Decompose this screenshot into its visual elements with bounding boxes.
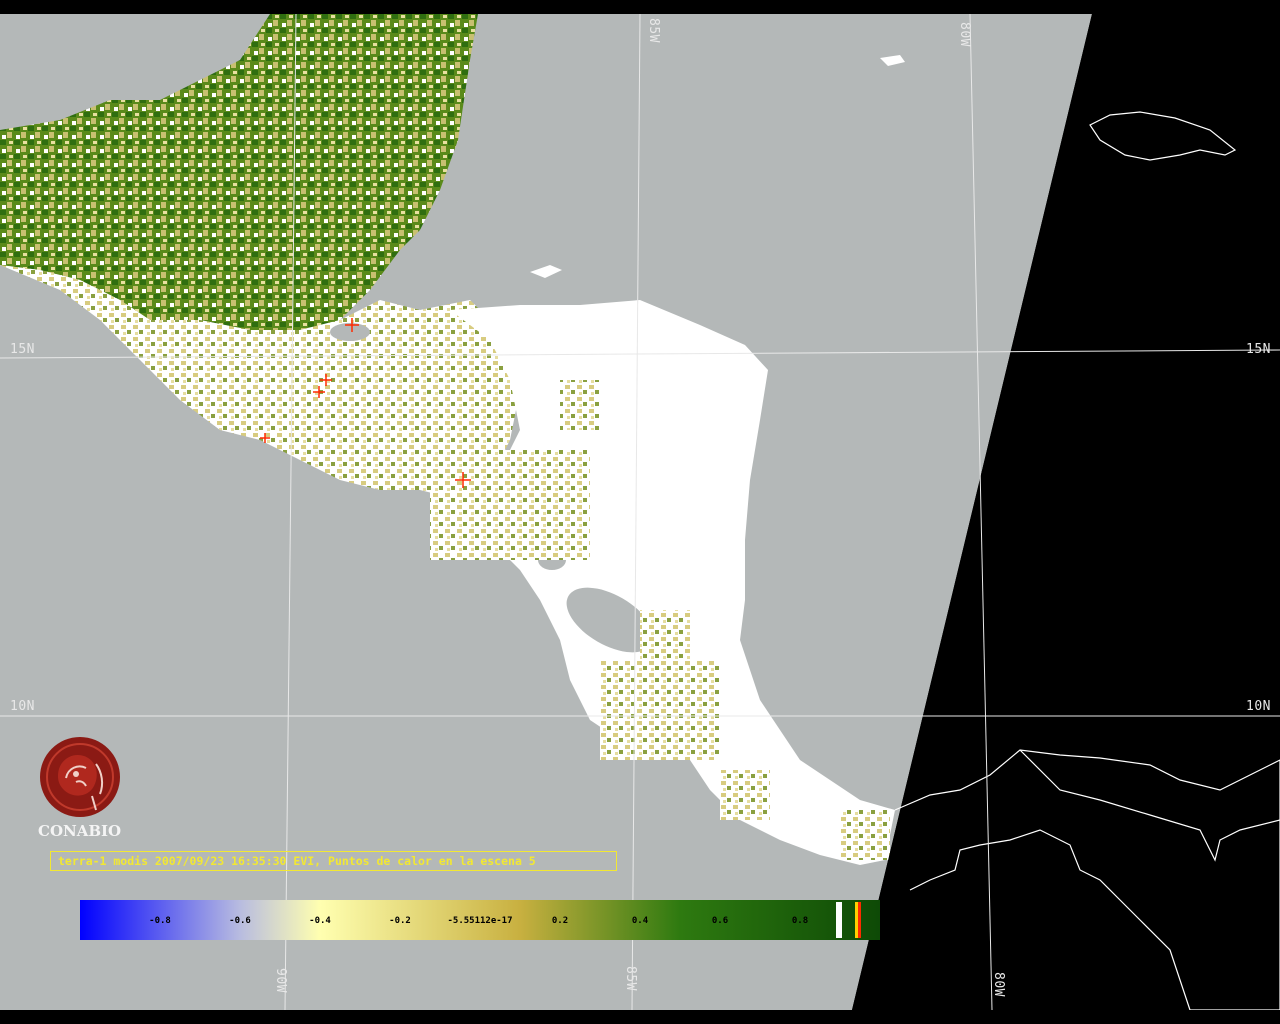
- veg-patch: [560, 380, 600, 430]
- lat-label-10n-left: 10N: [10, 699, 35, 714]
- colorbar-white-mark: [836, 902, 842, 938]
- colorbar-tick-label: -0.2: [389, 916, 411, 926]
- scene-caption: terra-1 modis 2007/09/23 16:35:30 EVI, P…: [50, 851, 617, 871]
- lon-label-85w-top: 85W: [646, 18, 661, 43]
- colorbar-tick-label: 0.8: [792, 916, 808, 926]
- lat-label-15n-right: 15N: [1246, 342, 1271, 357]
- colorbar-tick-label: 0.4: [632, 916, 649, 926]
- veg-patch: [720, 770, 770, 820]
- evi-colorbar: -0.8 -0.6 -0.4 -0.2 -5.55112e-17 0.2 0.4 0.6 0.8: [80, 900, 880, 940]
- colorbar-tick-label: 0.2: [552, 916, 568, 926]
- lon-label-90w-bottom: 90W: [273, 968, 288, 993]
- lat-label-15n-left: 15N: [10, 342, 35, 357]
- veg-patch: [430, 450, 590, 560]
- veg-patch: [840, 810, 890, 860]
- colorbar-tick-label: 0.6: [712, 916, 728, 926]
- satellite-map-view: { "grid_labels": { "lon_85w_top": "85W",…: [0, 0, 1280, 1024]
- conabio-logo-text: CONABIO: [38, 822, 122, 840]
- lon-label-80w-bottom: 80W: [991, 972, 1006, 997]
- colorbar-yellow-mark: [855, 902, 858, 938]
- lon-label-80w-top: 80W: [957, 22, 972, 47]
- lon-label-85w-bottom: 85W: [623, 966, 638, 991]
- colorbar-tick-label: -0.6: [229, 916, 251, 926]
- colorbar-red-mark: [858, 902, 861, 938]
- colorbar-tick-label: -0.4: [309, 916, 331, 926]
- colorbar-tick-label: -0.8: [149, 916, 171, 926]
- lat-label-10n-right: 10N: [1246, 699, 1271, 714]
- colorbar-tick-label: -5.55112e-17: [447, 916, 512, 926]
- conabio-logo: [40, 737, 120, 817]
- veg-patch: [600, 660, 720, 760]
